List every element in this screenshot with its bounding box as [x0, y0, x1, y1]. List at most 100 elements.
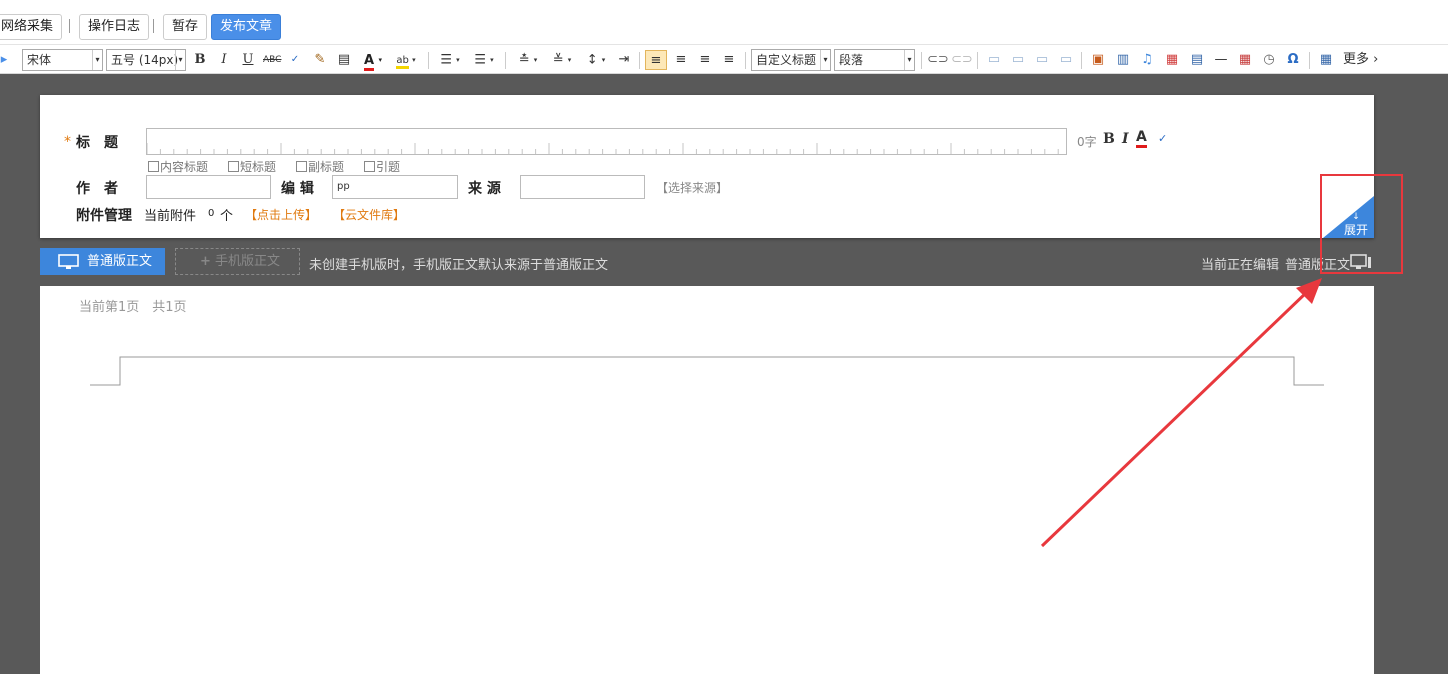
music-icon[interactable]: ♫: [1137, 50, 1157, 70]
content-tab-bar: 普通版正文 + 手机版正文 未创建手机版时，手机版正文默认来源于普通版正文 当前…: [0, 238, 1448, 286]
chevron-right-icon: ›: [1373, 52, 1379, 67]
divider: [69, 19, 70, 33]
title-color-icon[interactable]: A: [1136, 130, 1147, 148]
ordered-list-icon[interactable]: ☰ ▾: [436, 50, 464, 70]
required-mark: *: [64, 134, 71, 150]
divider: [1081, 52, 1082, 69]
title-bold-icon[interactable]: B: [1103, 131, 1115, 147]
unlink-icon[interactable]: ⊂⊃: [951, 50, 973, 70]
editor-input[interactable]: pp: [332, 175, 458, 199]
checkbox-box[interactable]: [296, 161, 307, 172]
current-attachment-label: 当前附件: [144, 209, 197, 224]
align-right-icon[interactable]: ≡: [695, 50, 715, 70]
editor-label: 编 辑: [281, 181, 314, 197]
indent-icon[interactable]: ⇥: [615, 50, 633, 70]
chevron-down-icon: ▾: [820, 50, 830, 70]
divider: [153, 19, 154, 33]
source-label: 来 源: [468, 181, 501, 197]
divider: [745, 52, 746, 69]
font-color-icon[interactable]: A ▾: [359, 50, 387, 71]
font-size-select[interactable]: 五号 (14px) ▾: [106, 49, 186, 71]
image-center-icon[interactable]: ▭: [1057, 50, 1075, 70]
heading-select[interactable]: 自定义标题 ▾: [751, 49, 831, 71]
align-left-icon[interactable]: ≡: [645, 50, 667, 70]
subtitle-checkbox[interactable]: 副标题: [296, 158, 344, 175]
paragraph-spacing-top-icon[interactable]: ≛ ▾: [514, 50, 542, 70]
title-label: 标 题: [76, 135, 118, 151]
cloud-library-link[interactable]: 【云文件库】: [333, 206, 405, 223]
date-icon[interactable]: ▦: [1235, 50, 1255, 70]
strikethrough-icon[interactable]: ABC: [263, 50, 281, 70]
highlight-color-icon[interactable]: ab ▾: [392, 50, 420, 70]
lead-title-checkbox[interactable]: 引题: [364, 158, 400, 175]
image-float-none-icon[interactable]: ▭: [985, 50, 1003, 70]
underline-icon[interactable]: U: [240, 50, 256, 70]
content-title-checkbox[interactable]: 内容标题: [148, 158, 208, 175]
divider: [639, 52, 640, 69]
choose-source-link[interactable]: 【选择来源】: [656, 179, 728, 196]
title-ruler: [147, 143, 1059, 154]
web-collect-button[interactable]: 网络采集: [0, 14, 63, 40]
editor-page[interactable]: 当前第1页 共1页: [40, 286, 1374, 674]
title-format-icon[interactable]: ✓: [1158, 132, 1167, 145]
title-char-count: 0字: [1077, 135, 1097, 149]
source-input[interactable]: [520, 175, 645, 199]
line-height-icon[interactable]: ↕ ▾: [582, 50, 610, 70]
chevron-down-icon: ▾: [92, 50, 102, 70]
page-header-margin: [90, 356, 1324, 386]
bold-icon[interactable]: B: [192, 50, 208, 70]
divider: [428, 52, 429, 69]
operation-log-button[interactable]: 操作日志: [79, 14, 150, 40]
short-title-checkbox[interactable]: 短标题: [228, 158, 276, 175]
checkbox-box[interactable]: [148, 161, 159, 172]
tab-mobile-label: 手机版正文: [215, 254, 281, 269]
highlight-box: [1320, 174, 1403, 274]
video-icon[interactable]: ▥: [1113, 50, 1133, 70]
paste-text-icon[interactable]: ▤: [335, 50, 353, 70]
title-input[interactable]: [146, 128, 1067, 155]
link-icon[interactable]: ⊂⊃: [927, 50, 949, 70]
horizontal-rule-icon[interactable]: —: [1211, 50, 1231, 70]
author-label: 作 者: [76, 181, 118, 197]
desktop-icon: [58, 254, 79, 269]
format-brush-icon[interactable]: ✎: [311, 50, 329, 70]
checkbox-box[interactable]: [228, 161, 239, 172]
editing-status-label: 当前正在编辑: [1201, 258, 1280, 273]
top-action-bar: 网络采集 操作日志 暂存 发布文章: [0, 0, 1448, 44]
checkbox-box[interactable]: [364, 161, 375, 172]
paragraph-select[interactable]: 段落 ▾: [834, 49, 915, 71]
image-float-right-icon[interactable]: ▭: [1033, 50, 1051, 70]
tab-normal-label: 普通版正文: [87, 254, 153, 269]
attachment-label: 附件管理: [76, 208, 132, 224]
table-icon[interactable]: ▦: [1316, 50, 1336, 70]
editor-toolbar: ▸ 宋体 ▾ 五号 (14px) ▾ B I U ABC ✓ ✎ ▤ A ▾ ab …: [0, 44, 1448, 74]
save-draft-button[interactable]: 暂存: [163, 14, 208, 40]
page-info: 当前第1页 共1页: [79, 300, 187, 315]
format-check-icon[interactable]: ✓: [286, 50, 304, 70]
font-family-select[interactable]: 宋体 ▾: [22, 49, 103, 71]
divider: [921, 52, 922, 69]
publish-button[interactable]: 发布文章: [211, 14, 282, 40]
author-input[interactable]: [146, 175, 271, 199]
upload-link[interactable]: 【点击上传】: [245, 206, 317, 223]
article-meta-panel: * 标 题 0字 B I A ✓ 内容标题 短标题 副标题 引题 作 者 编 辑…: [40, 95, 1374, 238]
attachment-count: 0: [208, 208, 215, 219]
more-button[interactable]: 更多 ›: [1343, 50, 1383, 70]
image-float-left-icon[interactable]: ▭: [1009, 50, 1027, 70]
divider: [977, 52, 978, 69]
align-justify-icon[interactable]: ≡: [719, 50, 739, 70]
source-icon[interactable]: ▸: [0, 50, 8, 70]
special-char-icon[interactable]: Ω: [1283, 50, 1303, 70]
image-icon[interactable]: ▣: [1088, 50, 1108, 70]
tab-mobile-content[interactable]: + 手机版正文: [175, 248, 300, 275]
template-icon[interactable]: ▤: [1187, 50, 1207, 70]
time-icon[interactable]: ◷: [1259, 50, 1279, 70]
mobile-note: 未创建手机版时，手机版正文默认来源于普通版正文: [309, 258, 609, 273]
align-center-icon[interactable]: ≡: [671, 50, 691, 70]
map-icon[interactable]: ▦: [1162, 50, 1182, 70]
title-italic-icon[interactable]: I: [1122, 131, 1129, 147]
tab-normal-content[interactable]: 普通版正文: [40, 248, 165, 275]
paragraph-spacing-bottom-icon[interactable]: ≚ ▾: [548, 50, 576, 70]
unordered-list-icon[interactable]: ☰ ▾: [470, 50, 498, 70]
italic-icon[interactable]: I: [216, 50, 232, 70]
